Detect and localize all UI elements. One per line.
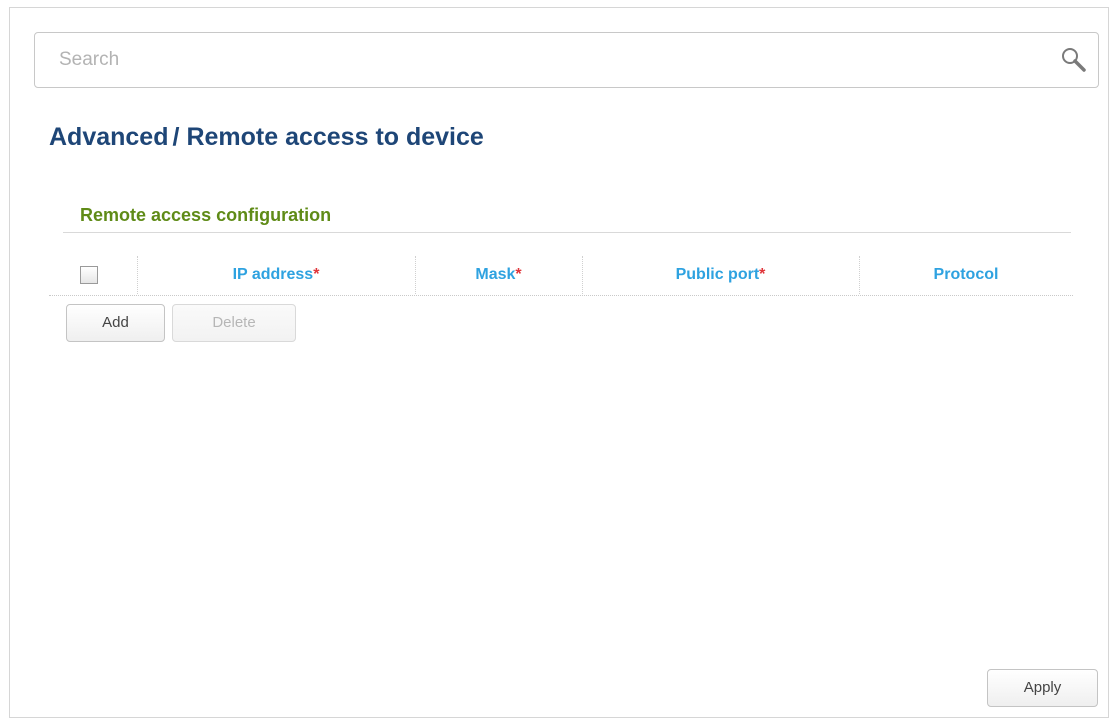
section-divider [63,232,1071,233]
table-header: IP address* Mask* Public port* Protocol [49,256,1073,296]
search-input[interactable] [35,33,1035,87]
search-bar[interactable] [34,32,1099,88]
add-button[interactable]: Add [66,304,165,342]
column-header-protocol[interactable]: Protocol [859,256,1073,294]
page-title: Advanced / Remote access to device [49,123,484,152]
column-header-public-port[interactable]: Public port* [582,256,859,294]
section-title: Remote access configuration [80,205,332,225]
column-header-mask[interactable]: Mask* [415,256,582,294]
column-header-ip-address[interactable]: IP address* [137,256,415,294]
breadcrumb-parent[interactable]: Advanced [49,123,168,151]
required-mark: * [759,266,766,283]
main-panel [9,7,1109,718]
required-mark: * [515,266,522,283]
required-mark: * [313,266,320,283]
delete-button[interactable]: Delete [172,304,296,342]
apply-button[interactable]: Apply [987,669,1098,707]
breadcrumb-separator: / [172,123,180,151]
select-all-checkbox[interactable] [80,266,98,284]
search-icon[interactable] [1060,46,1088,74]
breadcrumb-current: Remote access to device [186,123,484,151]
